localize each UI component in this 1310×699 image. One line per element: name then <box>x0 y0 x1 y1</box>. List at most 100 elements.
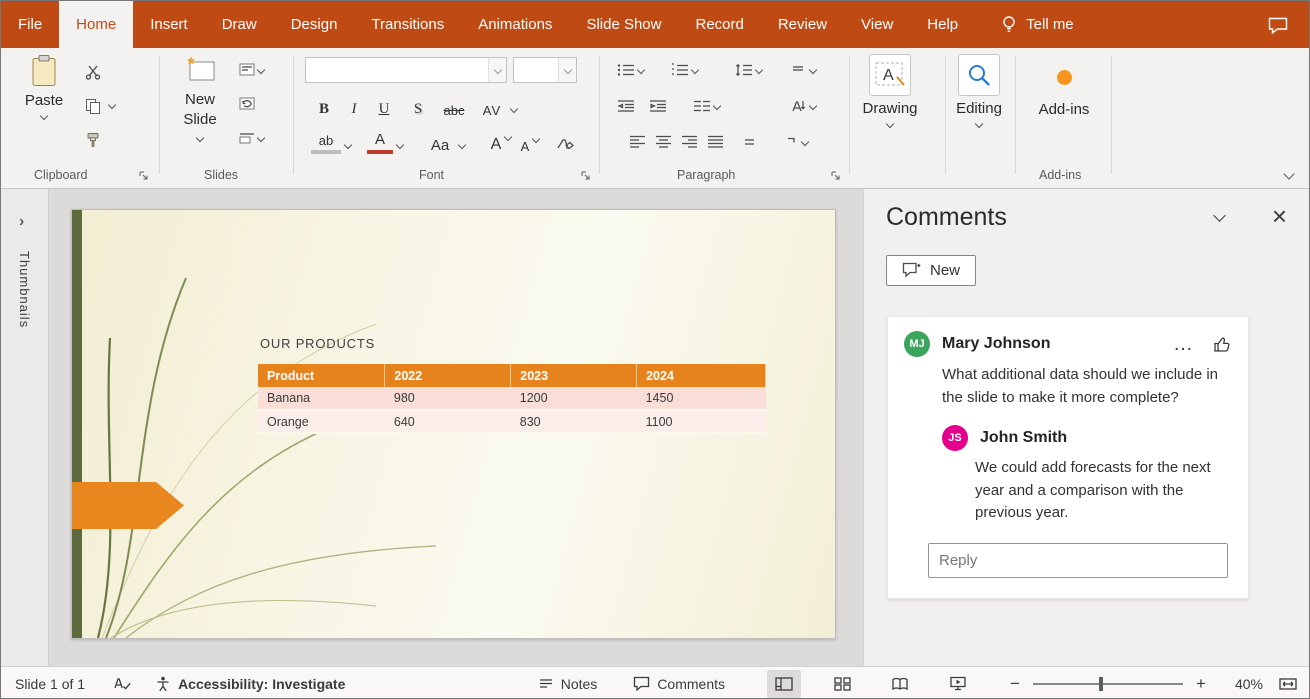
collapse-panel-chevron-icon[interactable] <box>1213 209 1226 222</box>
table-cell[interactable]: 640 <box>385 410 511 433</box>
character-spacing-chevron-icon[interactable] <box>510 105 518 113</box>
text-direction-button[interactable] <box>789 94 816 118</box>
increase-font-size-button[interactable]: A <box>485 130 507 156</box>
slide-title[interactable]: OUR PRODUCTS <box>260 336 375 351</box>
reset-slide-button[interactable] <box>239 92 255 116</box>
table-header-2024[interactable]: 2024 <box>637 364 766 387</box>
like-button[interactable] <box>1213 335 1232 353</box>
tab-view[interactable]: View <box>844 1 910 48</box>
font-dialog-launcher[interactable] <box>579 169 593 183</box>
new-slide-button[interactable]: New Slide <box>171 54 229 141</box>
reply-input[interactable] <box>928 543 1228 578</box>
font-color-button[interactable]: A <box>367 130 393 154</box>
change-case-button[interactable]: Aa <box>425 130 455 156</box>
add-ins-button[interactable]: Add-ins <box>1031 54 1097 118</box>
highlight-color-button[interactable]: ab <box>311 130 341 154</box>
tab-slide-show[interactable]: Slide Show <box>569 1 678 48</box>
normal-view-button[interactable] <box>767 670 801 698</box>
align-text-button[interactable] <box>789 58 816 82</box>
smartart-button[interactable] <box>781 130 808 154</box>
strikethrough-button[interactable]: abc <box>437 94 471 120</box>
fit-slide-button[interactable] <box>1279 677 1297 691</box>
tab-home[interactable]: Home <box>59 1 133 48</box>
copy-button[interactable] <box>81 94 105 118</box>
table-cell[interactable]: Banana <box>258 387 385 410</box>
drawing-button[interactable]: A Drawing <box>859 54 921 127</box>
font-size-combo[interactable] <box>513 57 577 83</box>
zoom-out-button[interactable]: − <box>1005 674 1025 694</box>
tab-help[interactable]: Help <box>910 1 975 48</box>
table-cell[interactable]: 980 <box>385 387 511 410</box>
slide-table[interactable]: Product 2022 2023 2024 Banana 980 1200 1… <box>258 364 766 434</box>
zoom-slider-thumb[interactable] <box>1099 677 1103 691</box>
underline-button[interactable]: U <box>371 94 397 120</box>
reading-view-button[interactable] <box>883 670 917 698</box>
expand-thumbnails-icon[interactable]: › <box>19 213 24 231</box>
cut-button[interactable] <box>81 60 105 84</box>
slide-indicator[interactable]: Slide 1 of 1 <box>15 676 85 692</box>
tab-animations[interactable]: Animations <box>461 1 569 48</box>
font-color-chevron-icon[interactable] <box>396 141 404 149</box>
numbered-list-button[interactable] <box>671 58 698 82</box>
change-case-chevron-icon[interactable] <box>458 141 466 149</box>
zoom-in-button[interactable]: + <box>1191 674 1211 694</box>
justify-button[interactable] <box>707 130 724 154</box>
increase-indent-button[interactable] <box>649 94 667 118</box>
slide-arrow-shape[interactable] <box>72 482 184 529</box>
tab-record[interactable]: Record <box>678 1 760 48</box>
slide-canvas[interactable]: OUR PRODUCTS Product 2022 2023 2024 Bana… <box>71 209 836 639</box>
thumbnails-label[interactable]: Thumbnails <box>17 251 32 328</box>
slide-sorter-view-button[interactable] <box>825 670 859 698</box>
tell-me-button[interactable]: Tell me <box>985 1 1090 48</box>
table-cell[interactable]: 1100 <box>637 410 766 433</box>
distribute-button[interactable] <box>741 130 758 154</box>
table-cell[interactable]: Orange <box>258 410 385 433</box>
comments-button[interactable]: Comments <box>633 676 725 692</box>
tab-draw[interactable]: Draw <box>205 1 274 48</box>
align-right-button[interactable] <box>681 130 698 154</box>
table-cell[interactable]: 830 <box>511 410 637 433</box>
paragraph-dialog-launcher[interactable] <box>829 169 843 183</box>
section-button[interactable] <box>239 126 264 150</box>
tab-transitions[interactable]: Transitions <box>354 1 461 48</box>
paste-button[interactable]: Paste <box>17 54 71 119</box>
table-header-2022[interactable]: 2022 <box>385 364 511 387</box>
collapse-ribbon-button[interactable] <box>1283 168 1294 179</box>
tab-insert[interactable]: Insert <box>133 1 205 48</box>
tab-design[interactable]: Design <box>274 1 355 48</box>
zoom-slider[interactable] <box>1033 677 1183 691</box>
text-shadow-button[interactable]: S <box>405 94 431 120</box>
bold-button[interactable]: B <box>311 94 337 120</box>
copy-chevron-icon[interactable] <box>108 101 116 109</box>
slideshow-view-button[interactable] <box>941 670 975 698</box>
table-cell[interactable]: 1450 <box>637 387 766 410</box>
character-spacing-button[interactable]: AV <box>477 94 507 120</box>
tab-review[interactable]: Review <box>761 1 844 48</box>
table-cell[interactable]: 1200 <box>511 387 637 410</box>
bullet-list-button[interactable] <box>617 58 644 82</box>
tab-file[interactable]: File <box>1 1 59 48</box>
zoom-level[interactable]: 40% <box>1221 676 1263 692</box>
close-panel-button[interactable]: × <box>1272 203 1287 229</box>
comments-bubble-icon[interactable] <box>1267 16 1289 34</box>
format-painter-button[interactable] <box>81 128 105 152</box>
decrease-font-size-button[interactable]: A <box>515 130 535 156</box>
line-spacing-button[interactable] <box>735 58 762 82</box>
table-header-product[interactable]: Product <box>258 364 385 387</box>
spell-check-button[interactable] <box>113 676 131 692</box>
editing-button[interactable]: Editing <box>951 54 1007 127</box>
decrease-indent-button[interactable] <box>617 94 635 118</box>
font-size-chevron-icon[interactable] <box>558 58 576 82</box>
align-left-button[interactable] <box>629 130 646 154</box>
highlight-chevron-icon[interactable] <box>344 141 352 149</box>
columns-button[interactable] <box>693 94 720 118</box>
comment-more-button[interactable]: … <box>1173 340 1195 348</box>
align-center-button[interactable] <box>655 130 672 154</box>
font-name-combo[interactable] <box>305 57 507 83</box>
new-comment-button[interactable]: New <box>886 255 976 286</box>
italic-button[interactable]: I <box>341 94 367 120</box>
accessibility-status[interactable]: Accessibility: Investigate <box>155 676 345 692</box>
table-header-2023[interactable]: 2023 <box>511 364 637 387</box>
clipboard-dialog-launcher[interactable] <box>137 169 151 183</box>
font-name-chevron-icon[interactable] <box>488 58 506 82</box>
